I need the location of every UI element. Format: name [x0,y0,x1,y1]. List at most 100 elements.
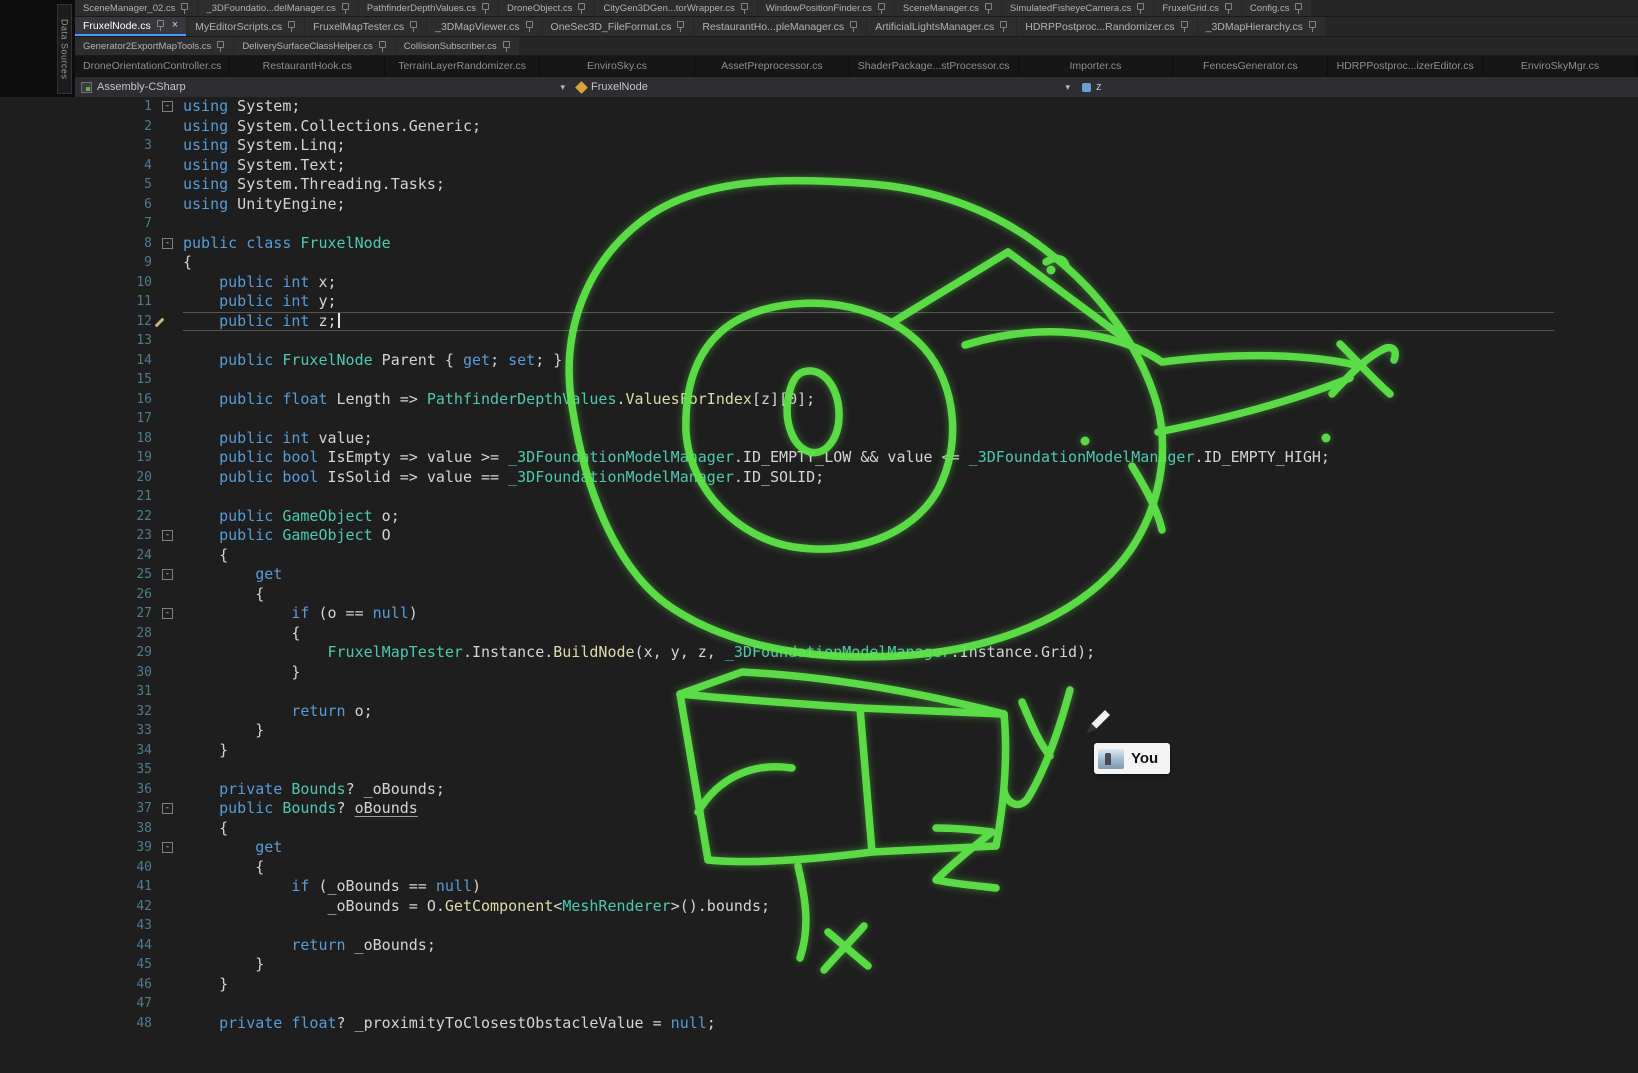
code-line[interactable]: 17 [0,409,1638,429]
file-tab[interactable]: EnviroSky.cs [540,56,695,76]
fold-collapse-icon[interactable]: - [162,569,173,580]
fold-collapse-icon[interactable]: - [162,803,173,814]
code-line[interactable]: 11 public int y; [0,292,1638,312]
pin-icon[interactable] [156,20,165,31]
file-tab[interactable]: EnviroSkyMgr.cs [1483,56,1638,76]
code-line[interactable]: 34 } [0,741,1638,761]
fold-collapse-icon[interactable]: - [162,530,173,541]
code-line[interactable]: 46 } [0,975,1638,995]
code-line[interactable]: 8-public class FruxelNode [0,234,1638,254]
code-line[interactable]: 23- public GameObject O [0,526,1638,546]
code-line[interactable]: 21 [0,487,1638,507]
code-line[interactable]: 18 public int value; [0,429,1638,449]
code-line[interactable]: 35 [0,760,1638,780]
pin-icon[interactable] [676,21,685,32]
code-line[interactable]: 2using System.Collections.Generic; [0,117,1638,137]
code-line[interactable]: 33 } [0,721,1638,741]
file-tab[interactable]: OneSec3D_FileFormat.cs [543,17,694,36]
file-tab[interactable]: WindowPositionFinder.cs [758,0,894,16]
file-tab[interactable]: FencesGenerator.cs [1173,56,1328,76]
file-tab[interactable]: AssetPreprocessor.cs [695,56,850,76]
code-line[interactable]: 3using System.Linq; [0,136,1638,156]
fold-collapse-icon[interactable]: - [162,842,173,853]
file-tab[interactable]: HDRPPostproc...izerEditor.cs [1328,56,1483,76]
file-tab[interactable]: DeliverySurfaceClassHelper.cs [234,37,394,55]
file-tab[interactable]: ShaderPackage...stProcessor.cs [850,56,1019,76]
project-dropdown[interactable]: Assembly-CSharp ▾ [75,77,571,97]
code-line[interactable]: 26 { [0,585,1638,605]
file-tab[interactable]: RestaurantHo...pleManager.cs [694,17,866,36]
file-tab[interactable]: SimulatedFisheyeCamera.cs [1002,0,1153,16]
pin-icon[interactable] [1308,21,1317,32]
file-tab[interactable]: CityGen3DGen...torWrapper.cs [595,0,756,16]
chevron-down-icon[interactable]: ▾ [560,82,565,93]
pin-icon[interactable] [180,3,189,14]
code-line[interactable]: 24 { [0,546,1638,566]
pin-icon[interactable] [341,3,350,14]
chevron-down-icon[interactable]: ▾ [1065,82,1070,93]
code-line[interactable]: 27- if (o == null) [0,604,1638,624]
file-tab[interactable]: _3DFoundatio...delManager.cs [198,0,357,16]
code-line[interactable]: 15 [0,370,1638,390]
pin-icon[interactable] [409,21,418,32]
file-tab[interactable]: Config.cs [1242,0,1312,16]
file-tab[interactable]: DroneObject.cs [499,0,594,16]
fold-collapse-icon[interactable]: - [162,238,173,249]
code-line[interactable]: 9{ [0,253,1638,273]
code-line[interactable]: 29 FruxelMapTester.Instance.BuildNode(x,… [0,643,1638,663]
code-line[interactable]: 1-using System; [0,97,1638,117]
code-line[interactable]: 25- get [0,565,1638,585]
code-line[interactable]: 47 [0,994,1638,1014]
file-tab[interactable]: SceneManager.cs [895,0,1001,16]
code-line[interactable]: 45 } [0,955,1638,975]
code-line[interactable]: 48 private float? _proximityToClosestObs… [0,1014,1638,1034]
file-tab[interactable]: _3DMapViewer.cs [427,17,541,36]
member-dropdown[interactable]: z [1076,77,1638,97]
file-tab[interactable]: CollisionSubscriber.cs [396,37,519,55]
file-tab[interactable]: PathfinderDepthValues.cs [359,0,498,16]
code-line[interactable]: 5using System.Threading.Tasks; [0,175,1638,195]
pin-icon[interactable] [984,3,993,14]
pin-icon[interactable] [525,21,534,32]
pin-icon[interactable] [481,3,490,14]
pin-icon[interactable] [849,21,858,32]
code-line[interactable]: 16 public float Length => PathfinderDept… [0,390,1638,410]
code-line[interactable]: 12 public int z; [0,312,1638,332]
file-tab[interactable]: FruxelGrid.cs [1154,0,1240,16]
pin-icon[interactable] [378,41,387,52]
pin-icon[interactable] [1224,3,1233,14]
code-line[interactable]: 43 [0,916,1638,936]
code-line[interactable]: 10 public int x; [0,273,1638,293]
file-tab[interactable]: FruxelMapTester.cs [305,17,426,36]
pin-icon[interactable] [740,3,749,14]
pin-icon[interactable] [1180,21,1189,32]
file-tab[interactable]: ArtificialLightsManager.cs [867,17,1016,36]
code-editor[interactable]: 1-using System;2using System.Collections… [0,97,1638,1073]
file-tab[interactable]: Generator2ExportMapTools.cs [75,37,233,55]
code-line[interactable]: 40 { [0,858,1638,878]
code-line[interactable]: 20 public bool IsSolid => value == _3DFo… [0,468,1638,488]
code-line[interactable]: 42 _oBounds = O.GetComponent<MeshRendere… [0,897,1638,917]
file-tab[interactable]: TerrainLayerRandomizer.cs [385,56,540,76]
pin-icon[interactable] [999,21,1008,32]
code-line[interactable]: 4using System.Text; [0,156,1638,176]
pin-icon[interactable] [577,3,586,14]
code-line[interactable]: 28 { [0,624,1638,644]
code-line[interactable]: 7 [0,214,1638,234]
code-line[interactable]: 36 private Bounds? _oBounds; [0,780,1638,800]
code-line[interactable]: 31 [0,682,1638,702]
data-sources-tab[interactable]: Data Sources [57,4,72,94]
file-tab[interactable]: SceneManager_02.cs [75,0,197,16]
code-line[interactable]: 14 public FruxelNode Parent { get; set; … [0,351,1638,371]
pin-icon[interactable] [1136,3,1145,14]
code-line[interactable]: 39- get [0,838,1638,858]
pin-icon[interactable] [1294,3,1303,14]
file-tab[interactable]: MyEditorScripts.cs [187,17,304,36]
code-line[interactable]: 13 [0,331,1638,351]
pin-icon[interactable] [216,41,225,52]
code-line[interactable]: 38 { [0,819,1638,839]
pin-icon[interactable] [287,21,296,32]
fold-collapse-icon[interactable]: - [162,101,173,112]
file-tab[interactable]: DroneOrientationController.cs [75,56,230,76]
code-line[interactable]: 44 return _oBounds; [0,936,1638,956]
